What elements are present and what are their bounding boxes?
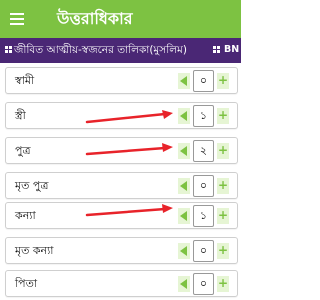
annotation-arrow-icon [85, 143, 173, 156]
relative-label: পিতা [15, 277, 38, 290]
quantity-value[interactable]: ১ [193, 105, 214, 127]
relative-label: কন্যা [15, 209, 36, 222]
decrement-button[interactable] [178, 178, 190, 194]
relative-row-father: পিতা ০ + [5, 270, 238, 297]
relative-row-husband: স্বামী ০ + [5, 67, 238, 94]
decrement-button[interactable] [178, 73, 190, 89]
list-header-bar: জীবিত আত্মীয়-স্বজনের তালিকা(মুসলিম) BN [0, 38, 241, 63]
quantity-stepper: ০ + [178, 70, 231, 92]
grid-icon [213, 46, 220, 53]
quantity-value[interactable]: ২ [193, 140, 214, 162]
relative-label: মৃত পুত্র [15, 179, 49, 192]
relative-label: পুত্র [15, 144, 31, 157]
increment-button[interactable]: + [217, 73, 229, 89]
quantity-value[interactable]: ০ [193, 70, 214, 92]
decrement-button[interactable] [178, 208, 190, 224]
quantity-value[interactable]: ১ [193, 205, 214, 227]
relative-row-deceased-daughter: মৃত কন্যা ০ + [5, 237, 238, 264]
language-toggle[interactable]: BN [224, 43, 239, 57]
annotation-arrow-icon [85, 204, 173, 217]
app-bar: উত্তরাধিকার [0, 0, 241, 38]
increment-button[interactable]: + [217, 143, 229, 159]
relative-label: মৃত কন্যা [15, 244, 54, 257]
decrement-button[interactable] [178, 276, 190, 292]
increment-button[interactable]: + [217, 108, 229, 124]
grid-icon [5, 46, 12, 53]
quantity-stepper: ১ + [178, 105, 231, 127]
quantity-value[interactable]: ০ [193, 175, 214, 197]
relative-label: স্ত্রী [15, 109, 26, 122]
quantity-stepper: ০ + [178, 240, 231, 262]
relative-row-deceased-son: মৃত পুত্র ০ + [5, 172, 238, 199]
decrement-button[interactable] [178, 108, 190, 124]
increment-button[interactable]: + [217, 208, 229, 224]
quantity-value[interactable]: ০ [193, 240, 214, 262]
relative-label: স্বামী [15, 74, 35, 87]
increment-button[interactable]: + [217, 276, 229, 292]
quantity-stepper: ০ + [178, 175, 231, 197]
increment-button[interactable]: + [217, 178, 229, 194]
list-title: জীবিত আত্মীয়-স্বজনের তালিকা(মুসলিম) [14, 44, 187, 56]
quantity-stepper: ১ + [178, 205, 231, 227]
menu-icon[interactable] [10, 13, 24, 25]
quantity-stepper: ০ + [178, 273, 231, 295]
increment-button[interactable]: + [217, 243, 229, 259]
quantity-value[interactable]: ০ [193, 273, 214, 295]
decrement-button[interactable] [178, 243, 190, 259]
quantity-stepper: ২ + [178, 140, 231, 162]
annotation-arrow-icon [85, 110, 173, 124]
app-title: উত্তরাধিকার [57, 9, 133, 28]
decrement-button[interactable] [178, 143, 190, 159]
